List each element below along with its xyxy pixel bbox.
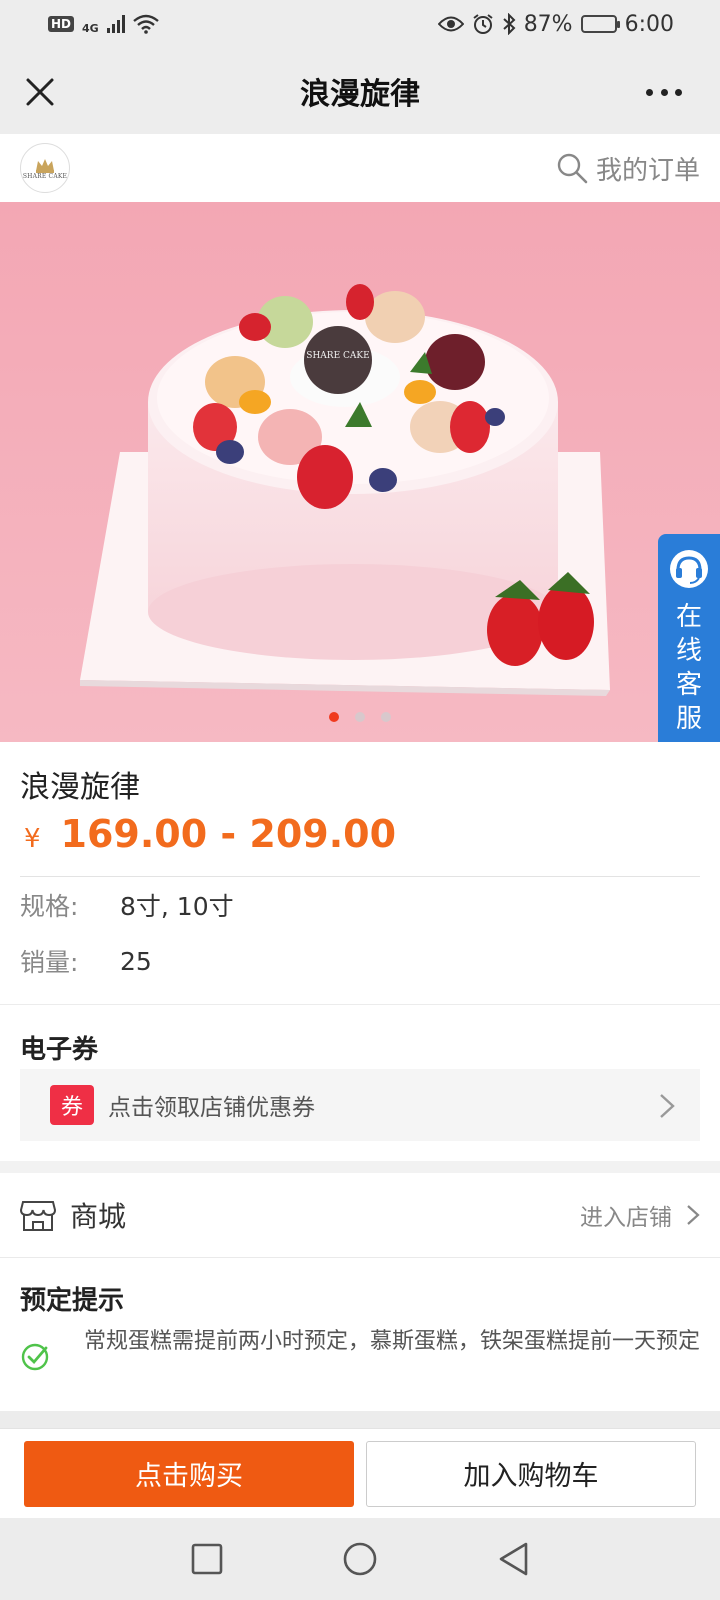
enter-store-link[interactable]: 进入店铺: [580, 1198, 700, 1232]
check-circle-icon: [21, 1343, 49, 1371]
product-image-carousel[interactable]: SHARE CAKE: [0, 202, 720, 742]
recents-square-icon[interactable]: [190, 1542, 224, 1576]
price-row: ¥ 169.00 - 209.00: [20, 812, 700, 862]
price-range: 169.00 - 209.00: [60, 812, 397, 856]
hd-badge: HD: [48, 16, 75, 32]
buy-button[interactable]: 点击购买: [24, 1440, 354, 1507]
online-service-button[interactable]: 在线客服: [658, 534, 720, 758]
coupon-section: 电子券 券 点击领取店铺优惠券: [0, 1005, 720, 1161]
spec-row: 规格: 8寸, 10寸: [20, 877, 700, 933]
system-nav-bar: [0, 1518, 720, 1600]
eye-icon: [437, 16, 464, 32]
battery-percent: 87%: [523, 11, 573, 37]
sales-value: 25: [120, 946, 152, 976]
shop-logo[interactable]: SHARE CAKE: [20, 143, 70, 193]
claim-coupon-button[interactable]: 券 点击领取店铺优惠券: [20, 1069, 700, 1141]
headset-icon: [670, 550, 708, 588]
my-orders-label: 我的订单: [595, 155, 700, 186]
coupon-text: 点击领取店铺优惠券: [108, 1095, 315, 1121]
cake-photo: SHARE CAKE: [0, 202, 720, 742]
coupon-section-title: 电子券: [20, 1035, 99, 1065]
mall-label: 商城: [70, 1200, 127, 1233]
sales-row: 销量: 25: [20, 933, 700, 989]
close-icon[interactable]: [20, 72, 60, 112]
battery-icon: [580, 15, 620, 33]
mall-row[interactable]: 商城 进入店铺: [0, 1173, 720, 1257]
sales-label: 销量:: [20, 948, 79, 977]
page-title: 浪漫旋律: [300, 77, 420, 112]
my-orders-link[interactable]: 我的订单: [556, 150, 700, 187]
carousel-dot[interactable]: [381, 712, 391, 722]
back-triangle-icon[interactable]: [496, 1541, 530, 1577]
logo-text: SHARE CAKE: [22, 172, 68, 180]
status-right: 87% 6:00: [437, 11, 674, 37]
search-icon: [557, 153, 588, 184]
signal-icon: [106, 15, 125, 33]
section-gap: [0, 1161, 720, 1173]
product-info: 浪漫旋律 ¥ 169.00 - 209.00 规格: 8寸, 10寸 销量: 2…: [0, 742, 720, 1004]
price-currency: ¥: [24, 824, 41, 854]
tip-text: 常规蛋糕需提前两小时预定，慕斯蛋糕，铁架蛋糕提前一天预定: [84, 1329, 701, 1354]
tip-row: 常规蛋糕需提前两小时预定，慕斯蛋糕，铁架蛋糕提前一天预定: [20, 1324, 700, 1372]
carousel-dot[interactable]: [329, 712, 339, 722]
more-dot-icon: [646, 88, 653, 96]
booking-tips-title: 预定提示: [20, 1286, 125, 1316]
topper-text: SHARE CAKE: [306, 351, 369, 361]
carousel-indicator: [0, 712, 720, 722]
product-name: 浪漫旋律: [20, 770, 140, 805]
enter-store-label: 进入店铺: [580, 1205, 672, 1231]
more-menu-button[interactable]: [646, 82, 682, 102]
title-bar: 浪漫旋律: [0, 48, 720, 134]
more-dot-icon: [660, 88, 668, 96]
crown-icon: [36, 158, 54, 173]
chevron-right-icon: [687, 1205, 700, 1225]
store-icon: [20, 1201, 56, 1231]
booking-tips-section: 预定提示 常规蛋糕需提前两小时预定，慕斯蛋糕，铁架蛋糕提前一天预定: [0, 1257, 720, 1411]
carousel-dot[interactable]: [355, 712, 365, 722]
add-to-cart-button[interactable]: 加入购物车: [366, 1440, 696, 1507]
status-time: 6:00: [624, 11, 674, 37]
more-dot-icon: [675, 88, 682, 96]
bluetooth-icon: [503, 13, 516, 35]
chevron-right-icon: [660, 1094, 675, 1118]
action-bar: 点击购买 加入购物车: [0, 1428, 720, 1518]
home-circle-icon[interactable]: [342, 1541, 378, 1577]
spec-value: 8寸, 10寸: [120, 892, 234, 921]
alarm-icon: [473, 14, 493, 34]
network-label: 4G: [82, 21, 99, 35]
status-left: HD 4G: [48, 14, 159, 35]
status-bar: HD 4G 87% 6:00: [0, 0, 720, 48]
coupon-tag: 券: [50, 1085, 94, 1125]
spec-label: 规格:: [20, 892, 79, 921]
shop-header: SHARE CAKE 我的订单: [0, 134, 720, 202]
online-service-label: 在线客服: [675, 602, 702, 734]
wifi-icon: [132, 14, 159, 34]
